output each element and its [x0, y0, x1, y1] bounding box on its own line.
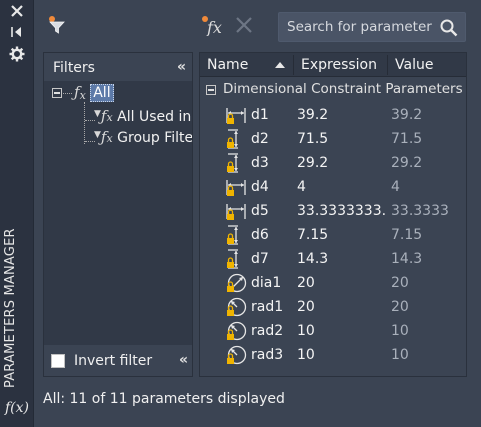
- parameter-expression[interactable]: 7.15: [297, 227, 387, 243]
- parameter-row[interactable]: rad2 10 10: [200, 319, 466, 343]
- auto-hide-icon[interactable]: [8, 23, 26, 41]
- vertical-dim-lock-icon: [227, 249, 238, 269]
- parameters-grid: Name Expression Value Dimensional Constr…: [199, 52, 467, 377]
- filter-item-label: Group Filte: [117, 130, 192, 146]
- column-header-value[interactable]: Value: [395, 57, 433, 73]
- horizontal-dim-lock-icon: [226, 108, 246, 124]
- close-icon[interactable]: [8, 2, 26, 20]
- parameter-group-dimensional[interactable]: Dimensional Constraint Parameters: [200, 80, 466, 100]
- group-label: Dimensional Constraint Parameters: [223, 81, 463, 97]
- parameter-row[interactable]: rad1 20 20: [200, 295, 466, 319]
- search-input[interactable]: [285, 16, 435, 38]
- parameter-name[interactable]: dia1: [251, 275, 281, 291]
- palette-title-bar: PARAMETERS MANAGER f(x): [0, 0, 34, 427]
- parameter-expression[interactable]: 10: [297, 323, 387, 339]
- parameters-manager-palette: PARAMETERS MANAGER f(x) fx Filters « ƒx: [0, 0, 481, 427]
- parameter-row[interactable]: dia1 20 20: [200, 271, 466, 295]
- filter-item-label: All Used in: [117, 109, 192, 125]
- parameter-row[interactable]: rad3 10 10: [200, 343, 466, 367]
- column-header-name[interactable]: Name: [207, 57, 248, 73]
- parameter-name[interactable]: d7: [251, 251, 269, 267]
- parameter-row[interactable]: d3 29.2 29.2: [200, 151, 466, 175]
- filter-fx-icon: ▼ƒx: [94, 107, 113, 125]
- parameter-expression[interactable]: 33.3333333...: [297, 203, 387, 219]
- parameter-name[interactable]: rad3: [251, 347, 283, 363]
- fx-icon: f(x): [5, 400, 30, 416]
- parameter-name[interactable]: d6: [251, 227, 269, 243]
- parameter-name[interactable]: d1: [251, 107, 269, 123]
- filter-fx-icon: ▼ƒx: [94, 128, 113, 146]
- parameter-expression[interactable]: 39.2: [297, 107, 387, 123]
- filter-item-group[interactable]: ▼ƒx Group Filte: [94, 128, 192, 148]
- radius-dim-lock-icon: [227, 345, 247, 365]
- group-collapse-icon[interactable]: [206, 85, 216, 95]
- radius-dim-lock-icon: [227, 297, 247, 317]
- collapse-filters-icon-bottom[interactable]: «: [179, 352, 188, 368]
- column-header-expression[interactable]: Expression: [301, 57, 377, 73]
- horizontal-dim-lock-icon: [226, 180, 246, 196]
- filter-item-all[interactable]: ƒx All: [74, 83, 114, 103]
- search-icon[interactable]: [439, 18, 459, 38]
- parameter-expression[interactable]: 71.5: [297, 131, 387, 147]
- parameter-name[interactable]: d2: [251, 131, 269, 147]
- collapse-filters-icon[interactable]: «: [177, 59, 186, 75]
- diameter-dim-lock-icon: [227, 273, 247, 293]
- parameter-name[interactable]: rad2: [251, 323, 283, 339]
- parameter-value: 4: [391, 179, 400, 195]
- parameter-value: 33.3333: [391, 203, 449, 219]
- parameter-value: 71.5: [391, 131, 423, 147]
- parameter-expression[interactable]: 20: [297, 275, 387, 291]
- filter-item-all-used[interactable]: ▼ƒx All Used in: [94, 107, 191, 127]
- parameter-expression[interactable]: 29.2: [297, 155, 387, 171]
- filters-title: Filters: [53, 60, 95, 76]
- parameter-value: 39.2: [391, 107, 423, 123]
- parameter-row[interactable]: d6 7.15 7.15: [200, 223, 466, 247]
- search-field[interactable]: [278, 12, 466, 42]
- parameter-value: 20: [391, 299, 409, 315]
- parameter-expression[interactable]: 14.3: [297, 251, 387, 267]
- parameter-value: 14.3: [391, 251, 423, 267]
- parameter-value: 20: [391, 275, 409, 291]
- tree-collapse-icon[interactable]: [52, 88, 62, 98]
- parameter-name[interactable]: d4: [251, 179, 269, 195]
- gear-icon[interactable]: [8, 45, 26, 63]
- palette-title: PARAMETERS MANAGER: [3, 228, 18, 388]
- delete-parameter-icon[interactable]: [234, 15, 254, 35]
- vertical-dim-lock-icon: [227, 225, 238, 245]
- parameter-value: 29.2: [391, 155, 423, 171]
- parameter-row[interactable]: d1 39.2 39.2: [200, 103, 466, 127]
- create-filter-icon[interactable]: [46, 14, 68, 36]
- new-user-parameter-icon[interactable]: fx: [200, 14, 226, 36]
- parameter-row[interactable]: d4 4 4: [200, 175, 466, 199]
- grid-header: Name Expression Value: [200, 53, 466, 77]
- sort-ascending-icon[interactable]: [275, 62, 285, 68]
- parameter-value: 10: [391, 347, 409, 363]
- parameter-expression[interactable]: 20: [297, 299, 387, 315]
- invert-filter-label: Invert filter: [74, 353, 153, 369]
- parameter-row[interactable]: d5 33.3333333... 33.3333: [200, 199, 466, 223]
- parameter-row[interactable]: d2 71.5 71.5: [200, 127, 466, 151]
- radius-dim-lock-icon: [227, 321, 247, 341]
- parameter-name[interactable]: d3: [251, 155, 269, 171]
- vertical-dim-lock-icon: [227, 129, 238, 149]
- parameter-expression[interactable]: 4: [297, 179, 387, 195]
- filter-tree[interactable]: ƒx All ▼ƒx All Used in ▼ƒx Group Filte: [44, 81, 192, 345]
- horizontal-dim-lock-icon: [226, 204, 246, 220]
- vertical-dim-lock-icon: [227, 153, 238, 173]
- invert-filter[interactable]: Invert filter «: [49, 351, 189, 373]
- parameter-name[interactable]: d5: [251, 203, 269, 219]
- svg-text:fx: fx: [206, 18, 222, 36]
- filters-panel: Filters « ƒx All ▼ƒx All Used in ▼ƒx Gro…: [43, 52, 193, 377]
- status-text: All: 11 of 11 parameters displayed: [43, 391, 285, 407]
- parameter-value: 10: [391, 323, 409, 339]
- parameter-name[interactable]: rad1: [251, 299, 283, 315]
- invert-filter-checkbox[interactable]: [51, 354, 65, 368]
- parameter-expression[interactable]: 10: [297, 347, 387, 363]
- filter-item-label: All: [90, 84, 114, 102]
- parameter-value: 7.15: [391, 227, 423, 243]
- parameter-row[interactable]: d7 14.3 14.3: [200, 247, 466, 271]
